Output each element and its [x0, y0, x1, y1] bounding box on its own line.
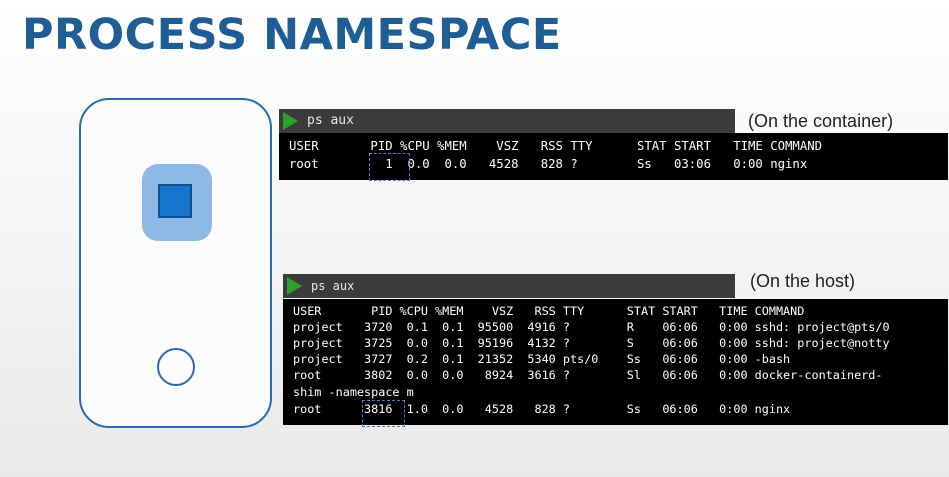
- container-terminal-command: ps aux: [307, 113, 354, 128]
- container-pid-highlight: [369, 153, 410, 181]
- container-caption: (On the container): [748, 111, 894, 131]
- terminal-line: shim -namespace m: [293, 385, 414, 399]
- terminal-line: project 3725 0.0 0.1 95196 4132 ? S 06:0…: [293, 336, 890, 350]
- host-caption: (On the host): [750, 271, 856, 291]
- container-icon: [142, 164, 212, 241]
- terminal-line: project 3727 0.2 0.1 21352 5340 pts/0 Ss…: [293, 352, 791, 366]
- page-title: PROCESS NAMESPACE: [22, 10, 562, 60]
- terminal-line: root 1 0.0 0.0 4528 828 ? Ss 03:06 0:00 …: [289, 157, 808, 171]
- host-pid-highlight: [362, 400, 405, 427]
- play-icon: [287, 277, 302, 295]
- terminal-line: USER PID %CPU %MEM VSZ RSS TTY STAT STAR…: [289, 139, 823, 153]
- container-square-icon: [158, 184, 192, 218]
- container-terminal-titlebar: ps aux: [279, 109, 735, 133]
- play-icon: [283, 112, 298, 130]
- host-terminal-titlebar: ps aux: [283, 274, 735, 298]
- terminal-line: project 3720 0.1 0.1 95500 4916 ? R 06:0…: [293, 320, 890, 334]
- host-device-outline: [79, 98, 272, 428]
- terminal-line: root 3802 0.0 0.0 8924 3616 ? Sl 06:06 0…: [293, 368, 883, 382]
- terminal-line: USER PID %CPU %MEM VSZ RSS TTY STAT STAR…: [293, 304, 805, 318]
- home-button-circle-icon: [157, 348, 195, 386]
- host-terminal-command: ps aux: [311, 279, 355, 293]
